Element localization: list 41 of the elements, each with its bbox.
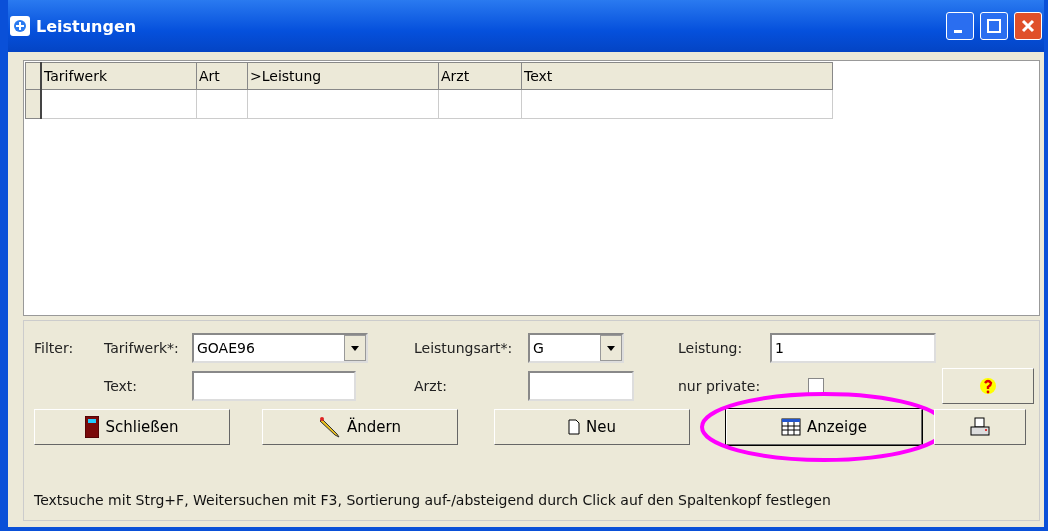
- pencil-icon: [319, 416, 342, 438]
- field-label: Text:: [104, 378, 139, 394]
- door-icon: [85, 416, 100, 438]
- tarifwerk-dropdown[interactable]: GOAE96: [192, 333, 368, 363]
- printer-icon: [970, 417, 990, 437]
- close-button[interactable]: [1014, 12, 1042, 40]
- field-label: Leistungsart*:: [414, 340, 514, 356]
- status-text: Textsuche mit Strg+F, Weitersuchen mit F3, Sortierung auf-/absteigend durch Click auf den Spaltenkopf festlegen: [34, 492, 832, 508]
- window-title: Leistungen: [36, 16, 138, 36]
- table-cell: [196, 89, 248, 119]
- minimize-button[interactable]: [946, 12, 974, 40]
- field-label: Arzt:: [414, 378, 448, 394]
- question-icon: [979, 377, 997, 395]
- arzt-field[interactable]: [528, 371, 634, 401]
- close-icon: [1021, 19, 1035, 33]
- filter-label: Filter:: [34, 340, 75, 356]
- page-icon: [568, 419, 580, 435]
- field-label: Tarifwerk*:: [104, 340, 180, 356]
- column-header[interactable]: Tarifwerk: [41, 62, 197, 90]
- row-header: [25, 89, 41, 119]
- help-button[interactable]: [942, 368, 1034, 404]
- minimize-icon: [954, 29, 962, 33]
- column-header[interactable]: >Leistung: [247, 62, 439, 90]
- column-header[interactable]: Text: [521, 62, 833, 90]
- text-field[interactable]: [192, 371, 356, 401]
- table-icon: [781, 418, 802, 436]
- field-label: nur private:: [678, 378, 762, 394]
- view-button[interactable]: Anzeige: [726, 409, 922, 445]
- new-button[interactable]: Neu: [494, 409, 690, 445]
- leistung-field[interactable]: 1: [770, 333, 936, 363]
- print-button[interactable]: [934, 409, 1026, 445]
- edit-button[interactable]: Ändern: [262, 409, 458, 445]
- close-button[interactable]: Schließen: [34, 409, 230, 445]
- leistungsart-dropdown[interactable]: G: [528, 333, 624, 363]
- row-header: [25, 62, 41, 90]
- field-label: Leistung:: [678, 340, 744, 356]
- maximize-icon: [987, 19, 1001, 33]
- maximize-button[interactable]: [980, 12, 1008, 40]
- app-icon: [10, 16, 30, 36]
- column-header[interactable]: Art: [196, 62, 248, 90]
- column-header[interactable]: Arzt: [438, 62, 522, 90]
